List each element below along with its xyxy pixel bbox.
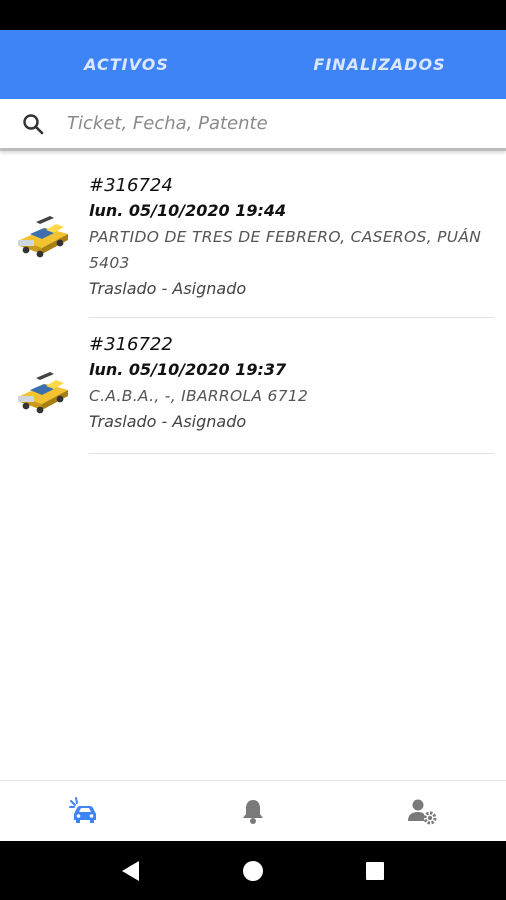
home-button[interactable] xyxy=(233,851,273,891)
ticket-list: #316724 lun. 05/10/2020 19:44 PARTIDO DE… xyxy=(0,154,506,454)
tab-bar: ACTIVOS FINALIZADOS xyxy=(0,30,506,99)
tab-finalizados[interactable]: FINALIZADOS xyxy=(253,30,506,99)
home-circle-icon xyxy=(243,860,263,881)
ticket-item[interactable]: #316722 lun. 05/10/2020 19:37 C.A.B.A., … xyxy=(0,318,506,454)
nav-services[interactable] xyxy=(0,781,169,841)
tab-activos-label: ACTIVOS xyxy=(84,55,169,74)
ticket-date: lun. 05/10/2020 19:37 xyxy=(89,360,287,379)
ticket-item[interactable]: #316724 lun. 05/10/2020 19:44 PARTIDO DE… xyxy=(0,154,506,318)
search-input[interactable] xyxy=(67,113,467,134)
car-assist-icon xyxy=(69,797,97,823)
recents-button[interactable] xyxy=(355,851,395,891)
tow-truck-icon xyxy=(18,372,68,414)
ticket-address: PARTIDO DE TRES DE FEBRERO, CASEROS, PUÁ… xyxy=(89,228,482,272)
recents-square-icon xyxy=(366,861,384,880)
tow-truck-icon xyxy=(18,216,68,258)
user-settings-icon xyxy=(407,799,437,825)
ticket-status: Traslado - Asignado xyxy=(89,412,247,431)
search-bar xyxy=(0,99,506,151)
bell-icon xyxy=(243,800,263,824)
status-bar xyxy=(0,0,506,30)
bottom-navigation xyxy=(0,780,506,841)
ticket-number: #316724 xyxy=(89,175,173,196)
nav-profile-settings[interactable] xyxy=(337,781,506,841)
back-triangle-icon xyxy=(122,860,139,881)
nav-notifications[interactable] xyxy=(169,781,338,841)
tab-activos[interactable]: ACTIVOS xyxy=(0,30,253,99)
tab-finalizados-label: FINALIZADOS xyxy=(313,55,446,74)
divider xyxy=(89,453,494,454)
search-icon[interactable] xyxy=(21,112,45,136)
ticket-number: #316722 xyxy=(89,334,173,355)
back-button[interactable] xyxy=(111,851,151,891)
ticket-date: lun. 05/10/2020 19:44 xyxy=(89,201,287,220)
ticket-status: Traslado - Asignado xyxy=(89,279,247,298)
ticket-address: C.A.B.A., -, IBARROLA 6712 xyxy=(89,387,309,405)
system-navigation-bar xyxy=(0,841,506,900)
